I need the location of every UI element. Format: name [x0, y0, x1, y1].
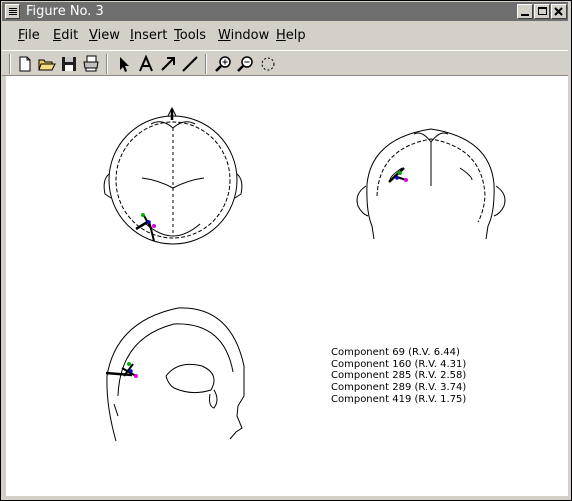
head-plots	[103, 106, 506, 442]
rotate-icon[interactable]	[258, 54, 278, 74]
menu-window[interactable]: Window	[218, 28, 269, 43]
coronal-view-head	[356, 128, 506, 240]
print-icon[interactable]	[81, 54, 101, 74]
menu-insert[interactable]: Insert	[130, 28, 167, 43]
pointer-icon[interactable]	[114, 54, 134, 74]
text-tool-icon[interactable]	[136, 54, 156, 74]
toolbar	[2, 50, 568, 76]
component-legend: Component 69 (R.V. 6.44) Component 160 (…	[331, 347, 466, 406]
menu-help[interactable]: Help	[276, 28, 306, 43]
menu-view[interactable]: View	[89, 28, 120, 43]
menu-tools[interactable]: Tools	[174, 28, 206, 43]
legend-entry: Component 419 (R.V. 1.75)	[331, 393, 467, 405]
top-view-head	[103, 106, 243, 245]
toolbar-separator	[205, 54, 207, 74]
legend-entry: Component 160 (R.V. 4.31)	[331, 358, 467, 370]
maximize-button[interactable]	[534, 4, 550, 19]
menu-bar: File Edit View Insert Tools Window Help	[2, 22, 568, 49]
open-folder-icon[interactable]	[37, 54, 57, 74]
arrow-tool-icon[interactable]	[158, 54, 178, 74]
window-title: Figure No. 3	[26, 4, 104, 19]
close-button[interactable]	[551, 4, 567, 19]
title-bar[interactable]: Figure No. 3	[2, 2, 568, 21]
toolbar-handle	[9, 54, 11, 74]
minimize-icon	[521, 14, 529, 16]
close-icon	[554, 7, 563, 16]
minimize-button[interactable]	[517, 4, 533, 19]
legend-entry: Component 285 (R.V. 2.58)	[331, 370, 467, 382]
toolbar-separator	[106, 54, 108, 74]
legend-entry: Component 289 (R.V. 3.74)	[331, 382, 467, 394]
figure-canvas[interactable]: Component 69 (R.V. 6.44) Component 160 (…	[6, 76, 568, 496]
menu-file[interactable]: File	[18, 28, 40, 43]
new-file-icon[interactable]	[15, 54, 35, 74]
line-tool-icon[interactable]	[180, 54, 200, 74]
maximize-icon	[538, 7, 547, 15]
save-icon[interactable]	[59, 54, 79, 74]
zoom-in-icon[interactable]	[214, 54, 234, 74]
legend-entry: Component 69 (R.V. 6.44)	[331, 347, 460, 358]
window-menu-icon[interactable]	[5, 4, 20, 19]
figure-window: Figure No. 3 File Edit View Insert Tools…	[0, 0, 572, 501]
menu-edit[interactable]: Edit	[53, 28, 78, 43]
zoom-out-icon[interactable]	[236, 54, 256, 74]
